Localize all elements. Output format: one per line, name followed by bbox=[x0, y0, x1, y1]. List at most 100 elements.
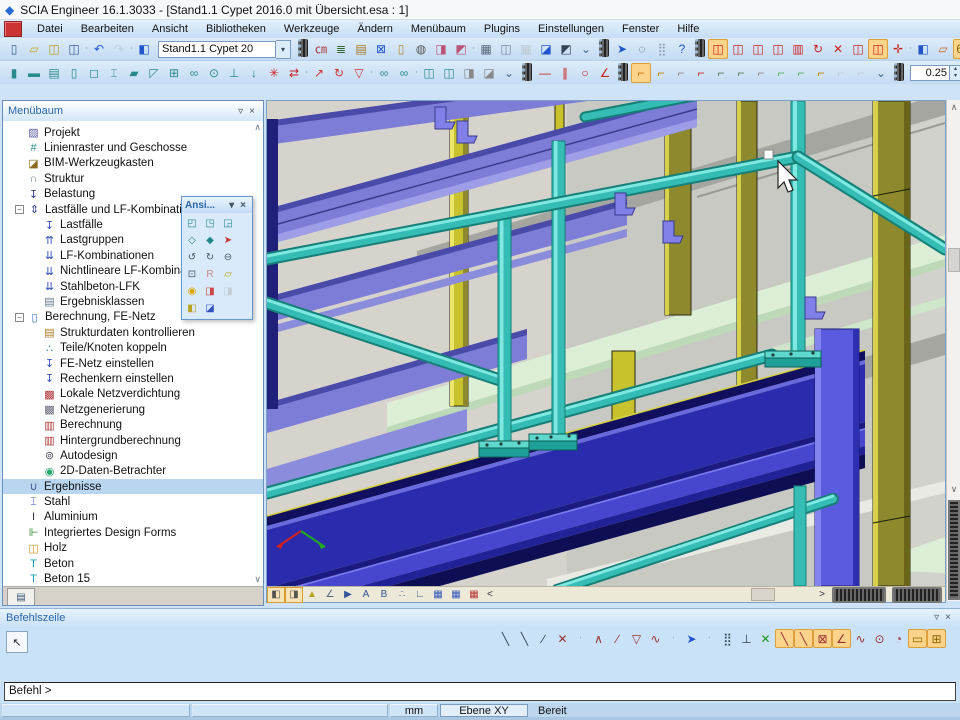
viewport-icon[interactable]: ∴ bbox=[393, 587, 411, 603]
close-icon[interactable]: × bbox=[237, 200, 249, 211]
snap-icon[interactable]: ∧ bbox=[589, 629, 608, 648]
toolbar-icon[interactable]: ◪ bbox=[479, 63, 499, 83]
snap-icon[interactable]: ➤ bbox=[682, 629, 701, 648]
toolbar-icon[interactable]: ⇄ bbox=[284, 63, 304, 83]
snap-icon[interactable]: ∿ bbox=[646, 629, 665, 648]
toolbar-icon[interactable]: ◫ bbox=[708, 39, 728, 59]
view-grip-handle[interactable] bbox=[892, 587, 942, 603]
tree-item[interactable]: ∴ Teile/Knoten koppeln bbox=[3, 340, 263, 355]
toolbar-icon[interactable]: ▰ bbox=[124, 63, 144, 83]
3d-viewport-scene[interactable] bbox=[267, 101, 945, 586]
toolbar-icon[interactable]: ▯ bbox=[4, 39, 24, 59]
toolbar-icon[interactable]: ◫ bbox=[768, 39, 788, 59]
toolbar-icon[interactable]: ◻ bbox=[84, 63, 104, 83]
snap-icon[interactable]: ✕ bbox=[756, 629, 775, 648]
toolbar-icon[interactable]: ∞ bbox=[374, 63, 394, 83]
palette-icon[interactable]: ↻ bbox=[201, 249, 219, 266]
toolbar-icon[interactable]: ? bbox=[672, 39, 692, 59]
toolbar-icon[interactable]: ⌐ bbox=[691, 63, 711, 83]
status-workplane[interactable]: Ebene XY bbox=[440, 704, 528, 717]
toolbar-icon[interactable]: ≣ bbox=[331, 39, 351, 59]
toolbar-icon[interactable]: ⌐ bbox=[791, 63, 811, 83]
tree-item[interactable]: T Beton bbox=[3, 556, 263, 571]
tree-item[interactable]: ▨ Projekt bbox=[3, 125, 263, 140]
toolbar-icon[interactable]: ▮ bbox=[4, 63, 24, 83]
close-icon[interactable]: × bbox=[942, 612, 954, 623]
viewport-icon[interactable]: ◨ bbox=[285, 587, 303, 603]
snap-icon[interactable] bbox=[665, 629, 682, 646]
palette-icon[interactable]: ◳ bbox=[201, 215, 219, 232]
toolbar-icon[interactable] bbox=[599, 39, 609, 57]
snap-icon[interactable]: ╲ bbox=[496, 629, 515, 648]
scroll-right-icon[interactable]: > bbox=[815, 589, 829, 600]
menu-item[interactable]: Ansicht bbox=[143, 21, 197, 37]
toolbar-icon[interactable]: ▯ bbox=[391, 39, 411, 59]
snap-icon[interactable]: ⊠ bbox=[813, 629, 832, 648]
hscroll-thumb[interactable] bbox=[751, 588, 775, 601]
toolbar-icon[interactable]: ▱ bbox=[933, 39, 953, 59]
toolbar-icon[interactable]: ⌶ bbox=[104, 63, 124, 83]
snap-icon[interactable]: ∕ bbox=[608, 629, 627, 648]
snap-icon[interactable]: ▽ bbox=[627, 629, 646, 648]
panel-tab[interactable]: ▤ bbox=[7, 588, 35, 605]
palette-icon[interactable]: ◉ bbox=[183, 283, 201, 300]
tree-item[interactable]: ▩ Netzgenerierung bbox=[3, 402, 263, 417]
toolbar-icon[interactable]: ▱ bbox=[24, 39, 44, 59]
toolbar-icon[interactable]: ⌐ bbox=[831, 63, 851, 83]
tree-item[interactable]: ◪ BIM-Werkzeugkasten bbox=[3, 156, 263, 171]
toolbar-icon[interactable]: ↻ bbox=[808, 39, 828, 59]
toolbar-icon[interactable]: ⌐ bbox=[711, 63, 731, 83]
palette-icon[interactable]: ◇ bbox=[183, 232, 201, 249]
toolbar-icon[interactable]: ◧ bbox=[134, 39, 154, 59]
toolbar-icon[interactable]: ⊞ bbox=[164, 63, 184, 83]
snap-icon[interactable]: ╲ bbox=[794, 629, 813, 648]
toolbar-icon[interactable]: ◸ bbox=[144, 63, 164, 83]
spin-down-icon[interactable]: ▾ bbox=[950, 73, 960, 80]
toolbar-icon[interactable]: ◌ bbox=[632, 39, 652, 59]
toolbar-icon[interactable]: ⌄ bbox=[871, 63, 891, 83]
toolbar-icon[interactable]: ▯ bbox=[64, 63, 84, 83]
viewport-icon[interactable]: B bbox=[375, 587, 393, 603]
scroll-up-icon[interactable]: ∧ bbox=[947, 100, 960, 114]
palette-icon[interactable]: ◲ bbox=[219, 215, 237, 232]
snap-icon[interactable]: ⊞ bbox=[927, 629, 946, 648]
toolbar-icon[interactable]: ▬ bbox=[24, 63, 44, 83]
vertical-scrollbar[interactable]: ∧ ∨ bbox=[946, 100, 960, 601]
tree-item[interactable]: ∪ Ergebnisse bbox=[3, 479, 263, 494]
toolbar-icon[interactable]: ▥ bbox=[788, 39, 808, 59]
palette-icon[interactable]: ◰ bbox=[183, 215, 201, 232]
toolbar-icon[interactable]: ⌄ bbox=[499, 63, 519, 83]
viewport-icon[interactable]: ∠ bbox=[321, 587, 339, 603]
toolbar-icon[interactable]: ⌐ bbox=[771, 63, 791, 83]
snap-icon[interactable]: ∕ bbox=[534, 629, 553, 648]
toolbar-icon[interactable] bbox=[695, 39, 705, 57]
tree-scroll-up-icon[interactable]: ∧ bbox=[254, 123, 261, 132]
viewport-icon[interactable]: ▦ bbox=[447, 587, 465, 603]
tree-item[interactable]: ▩ Lokale Netzverdichtung bbox=[3, 387, 263, 402]
toolbar-icon[interactable]: ▤ bbox=[44, 63, 64, 83]
tree-item[interactable]: ▥ Berechnung bbox=[3, 417, 263, 432]
menu-item[interactable]: Ändern bbox=[348, 21, 401, 37]
palette-icon[interactable]: R bbox=[201, 266, 219, 283]
expander-icon[interactable]: − bbox=[15, 313, 24, 322]
toolbar-icon[interactable]: ◪ bbox=[536, 39, 556, 59]
toolbar-icon[interactable]: ◧ bbox=[913, 39, 933, 59]
toolbar-icon[interactable]: ∠ bbox=[595, 63, 615, 83]
snap-icon[interactable]: ◔ bbox=[889, 629, 908, 648]
app-icon[interactable] bbox=[4, 21, 22, 37]
palette-icon[interactable]: ⊡ bbox=[183, 266, 201, 283]
chevron-down-icon[interactable]: ▾ bbox=[226, 200, 237, 211]
toolbar-icon[interactable]: ▽ bbox=[349, 63, 369, 83]
view-grip-handle[interactable] bbox=[948, 500, 960, 600]
toolbar-icon[interactable]: ↗ bbox=[309, 63, 329, 83]
tree-item[interactable]: ⌶ Stahl bbox=[3, 494, 263, 509]
snap-icon[interactable]: ╲ bbox=[515, 629, 534, 648]
tree-item[interactable]: ▥ Hintergrundberechnung bbox=[3, 433, 263, 448]
viewport-icon[interactable]: ◧ bbox=[267, 587, 285, 603]
tree-item[interactable]: ◫ Holz bbox=[3, 541, 263, 556]
menu-item[interactable]: Bearbeiten bbox=[72, 21, 143, 37]
toolbar-icon[interactable]: ◫ bbox=[848, 39, 868, 59]
toolbar-icon[interactable]: ✳ bbox=[264, 63, 284, 83]
snap-icon[interactable]: ⣿ bbox=[718, 629, 737, 648]
toolbar-icon[interactable]: 67 bbox=[953, 39, 960, 59]
